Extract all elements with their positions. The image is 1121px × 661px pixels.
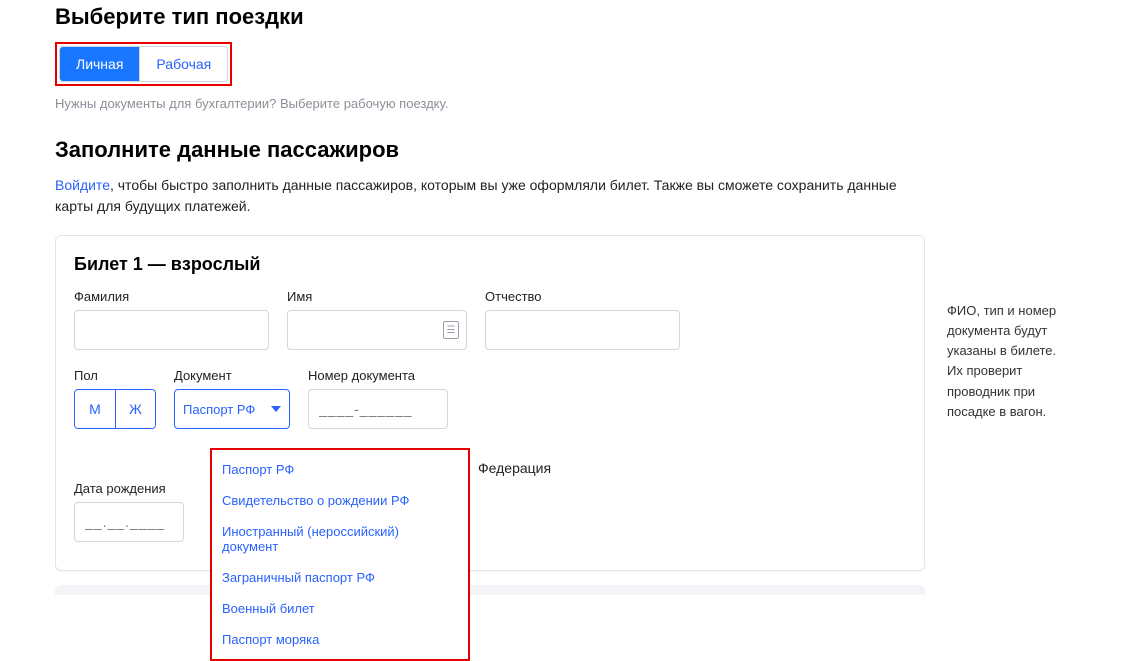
doc-option[interactable]: Иностранный (нероссийский) документ — [212, 516, 468, 562]
login-tail: , чтобы быстро заполнить данные пассажир… — [55, 177, 897, 214]
contact-picker-icon[interactable]: ☰ — [443, 321, 459, 339]
patronymic-input[interactable] — [485, 310, 680, 350]
doc-option[interactable]: Паспорт моряка — [212, 624, 468, 655]
name-input[interactable] — [287, 310, 467, 350]
citizenship-text-tail: Федерация — [478, 460, 551, 476]
document-number-label: Номер документа — [308, 368, 448, 383]
login-description: Войдите, чтобы быстро заполнить данные п… — [55, 175, 925, 217]
passengers-heading: Заполните данные пассажиров — [55, 137, 1066, 163]
trip-type-segment-highlight: Личная Рабочая — [55, 42, 232, 86]
gender-female[interactable]: Ж — [115, 390, 155, 428]
document-select-value: Паспорт РФ — [183, 402, 255, 417]
dob-input[interactable] — [74, 502, 184, 542]
login-link[interactable]: Войдите — [55, 177, 110, 193]
trip-type-personal[interactable]: Личная — [60, 47, 139, 81]
ticket-title: Билет 1 — взрослый — [74, 254, 906, 275]
document-number-input[interactable] — [308, 389, 448, 429]
trip-type-work[interactable]: Рабочая — [139, 47, 227, 81]
document-dropdown: Паспорт РФ Свидетельство о рождении РФ И… — [210, 448, 470, 661]
surname-label: Фамилия — [74, 289, 269, 304]
document-label: Документ — [174, 368, 290, 383]
side-help-text: ФИО, тип и номер документа будут указаны… — [947, 301, 1066, 422]
trip-type-heading: Выберите тип поездки — [55, 4, 1066, 30]
doc-option[interactable]: Заграничный паспорт РФ — [212, 562, 468, 593]
document-select[interactable]: Паспорт РФ — [174, 389, 290, 429]
doc-option[interactable]: Свидетельство о рождении РФ — [212, 485, 468, 516]
patronymic-label: Отчество — [485, 289, 680, 304]
next-card-peek — [55, 585, 925, 595]
gender-male[interactable]: М — [75, 390, 115, 428]
ticket-card: Билет 1 — взрослый Фамилия Имя ☰ Отчеств… — [55, 235, 925, 571]
dropdown-triangle-icon — [271, 406, 281, 412]
surname-input[interactable] — [74, 310, 269, 350]
trip-type-hint: Нужны документы для бухгалтерии? Выберит… — [55, 96, 1066, 111]
gender-label: Пол — [74, 368, 156, 383]
name-label: Имя — [287, 289, 467, 304]
doc-option[interactable]: Военный билет — [212, 593, 468, 624]
dob-label: Дата рождения — [74, 481, 906, 496]
gender-toggle: М Ж — [74, 389, 156, 429]
doc-option[interactable]: Паспорт РФ — [212, 454, 468, 485]
trip-type-segment: Личная Рабочая — [59, 46, 228, 82]
